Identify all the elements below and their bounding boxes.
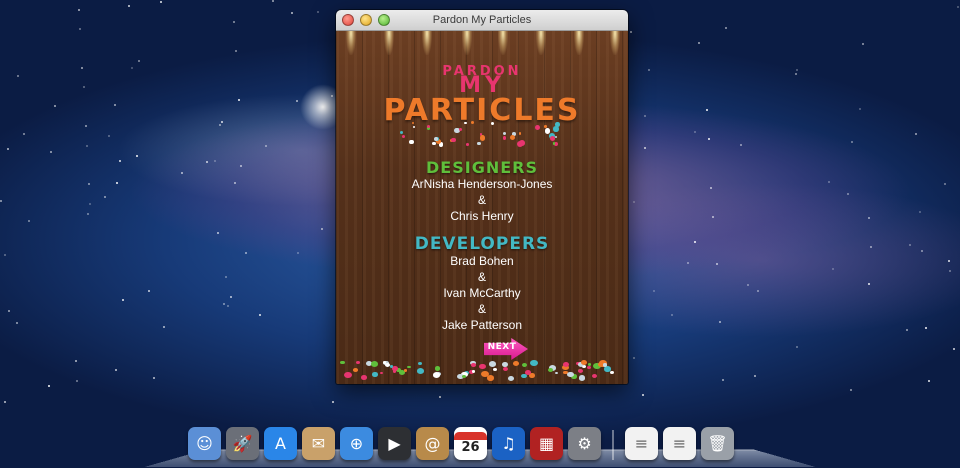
facetime-icon[interactable]: ▶: [378, 427, 411, 460]
next-button-label: NEXT: [487, 342, 517, 352]
photo-booth-icon[interactable]: ▦: [530, 427, 563, 460]
designer-name: ArNisha Henderson-Jones: [411, 177, 553, 191]
document-icon[interactable]: ≡: [663, 427, 696, 460]
particle-pebbles: [340, 356, 624, 381]
document-icon[interactable]: ≡: [625, 427, 658, 460]
minimize-button[interactable]: [360, 14, 372, 26]
window-title: Pardon My Particles: [432, 14, 532, 26]
window-titlebar[interactable]: Pardon My Particles: [336, 10, 628, 31]
system-preferences-icon[interactable]: ⚙: [568, 427, 601, 460]
developers-heading: DEVELOPERS: [414, 234, 550, 254]
developer-separator: &: [477, 302, 486, 316]
dock: ☺ 🚀 A ✉ ⊕ ▶ @26 ♫ ▦ ⚙ ≡ ≡ 🗑: [188, 420, 734, 460]
launchpad-icon[interactable]: 🚀: [226, 427, 259, 460]
zoom-button[interactable]: [378, 14, 390, 26]
close-button[interactable]: [342, 14, 354, 26]
developer-separator: &: [477, 270, 486, 284]
app-store-icon[interactable]: A: [264, 427, 297, 460]
finder-icon[interactable]: ☺: [188, 427, 221, 460]
dock-separator: [612, 430, 614, 460]
developer-name: Jake Patterson: [441, 318, 523, 332]
designer-name: Chris Henry: [450, 209, 514, 223]
spotlights: [336, 31, 628, 61]
developer-name: Ivan McCarthy: [443, 286, 521, 300]
trash-icon[interactable]: 🗑: [701, 427, 734, 460]
designer-separator: &: [477, 193, 486, 207]
designers-heading: DESIGNERS: [426, 158, 538, 177]
logo-particle-drips: [396, 121, 568, 148]
safari-icon[interactable]: ⊕: [340, 427, 373, 460]
developer-name: Brad Bohen: [450, 254, 514, 268]
app-window: Pardon My Particles PARDON MY PARTICLES …: [336, 10, 628, 384]
calendar-icon[interactable]: 26: [454, 427, 487, 460]
itunes-icon[interactable]: ♫: [492, 427, 525, 460]
credits-screen: PARDON MY PARTICLES DESIGNERS ArNisha He…: [336, 31, 628, 384]
mail-icon[interactable]: ✉: [302, 427, 335, 460]
address-book-icon[interactable]: @: [416, 427, 449, 460]
